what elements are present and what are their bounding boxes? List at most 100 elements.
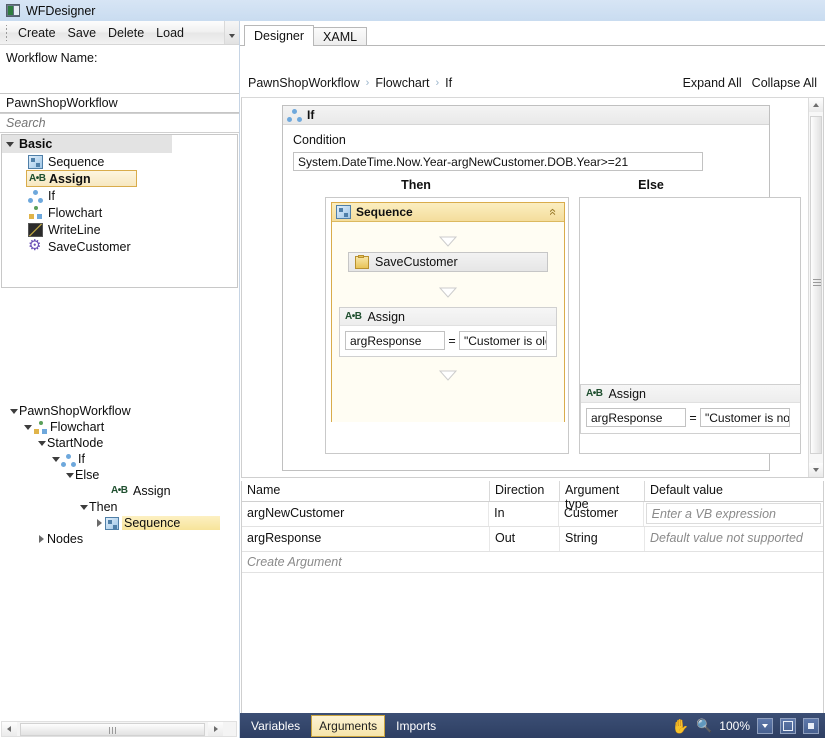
chevron-down-icon[interactable] bbox=[78, 504, 89, 510]
tree-item-nodes[interactable]: Nodes bbox=[8, 531, 236, 547]
if-activity-header: If bbox=[283, 106, 769, 125]
assign-value-input[interactable]: "Customer is old e bbox=[459, 331, 547, 350]
sequence-activity[interactable]: Sequence « SaveCustomer A•B Assign argRe… bbox=[331, 202, 565, 422]
tab-variables[interactable]: Variables bbox=[244, 716, 307, 736]
scroll-right-icon[interactable] bbox=[208, 722, 223, 736]
breadcrumb-item-if[interactable]: If bbox=[445, 76, 452, 90]
tree-item-flowchart[interactable]: Flowchart bbox=[8, 419, 236, 435]
save-button[interactable]: Save bbox=[62, 24, 103, 42]
then-drop-zone[interactable]: Sequence « SaveCustomer A•B Assign argRe… bbox=[325, 197, 569, 454]
toolbox-item-savecustomer[interactable]: SaveCustomer bbox=[2, 238, 237, 255]
argument-direction[interactable]: Out bbox=[490, 527, 560, 551]
assign-activity-else[interactable]: A•B Assign argResponse = "Customer is no… bbox=[580, 384, 801, 434]
load-button[interactable]: Load bbox=[150, 24, 190, 42]
assign-to-input[interactable]: argResponse bbox=[345, 331, 445, 350]
tab-imports[interactable]: Imports bbox=[389, 716, 443, 736]
workflow-name-input[interactable] bbox=[0, 93, 239, 113]
sequence-activity-header[interactable]: Sequence « bbox=[332, 203, 564, 222]
if-activity[interactable]: If Condition Then Else Sequence « bbox=[282, 105, 801, 471]
restore-size-icon[interactable] bbox=[803, 717, 819, 734]
zoom-controls: ✋ 🔍 100% bbox=[672, 717, 825, 734]
scroll-up-icon[interactable] bbox=[809, 98, 823, 112]
sequence-activity-title: Sequence bbox=[356, 205, 413, 219]
column-header-direction[interactable]: Direction bbox=[490, 481, 560, 501]
toolbox-item-label: Assign bbox=[49, 171, 91, 186]
chevron-right-icon[interactable] bbox=[36, 535, 47, 543]
tab-xaml[interactable]: XAML bbox=[313, 27, 368, 46]
column-header-name[interactable]: Name bbox=[242, 481, 490, 501]
toolstrip-overflow-icon[interactable] bbox=[224, 21, 239, 44]
tree-item-pawnshopworkflow[interactable]: PawnShopWorkflow bbox=[8, 403, 236, 419]
expand-all-button[interactable]: Expand All bbox=[683, 76, 742, 90]
collapse-all-button[interactable]: Collapse All bbox=[752, 76, 817, 90]
tab-underline bbox=[240, 45, 825, 46]
assign-expression-row: argResponse = "Customer is old e bbox=[340, 326, 556, 356]
column-header-argument-type[interactable]: Argument type bbox=[560, 481, 645, 511]
arrow-down-icon bbox=[439, 236, 457, 247]
table-row[interactable]: argResponse Out String Default value not… bbox=[242, 527, 823, 552]
chevron-down-icon[interactable] bbox=[757, 717, 773, 734]
argument-name[interactable]: argResponse bbox=[242, 527, 490, 551]
delete-button[interactable]: Delete bbox=[102, 24, 150, 42]
magnifier-icon[interactable]: 🔍 bbox=[696, 718, 712, 733]
designer-canvas[interactable]: If Condition Then Else Sequence « bbox=[241, 97, 824, 478]
search-input[interactable] bbox=[0, 113, 239, 133]
assign-to-input[interactable]: argResponse bbox=[586, 408, 686, 427]
toolbox-category-basic[interactable]: Basic bbox=[2, 135, 172, 153]
toolbox-item-sequence[interactable]: Sequence bbox=[2, 153, 237, 170]
scrollbar-thumb[interactable] bbox=[810, 116, 822, 454]
assign-operator: = bbox=[448, 333, 456, 348]
tree-item-if[interactable]: If bbox=[8, 451, 236, 467]
breadcrumb-item-root[interactable]: PawnShopWorkflow bbox=[248, 76, 360, 90]
table-row[interactable]: argNewCustomer In Customer Enter a VB ex… bbox=[242, 502, 823, 527]
toolbox-category-label: Basic bbox=[19, 137, 53, 151]
condition-input[interactable] bbox=[293, 152, 703, 171]
toolbox-item-label: Sequence bbox=[48, 154, 105, 169]
argument-type[interactable]: String bbox=[560, 527, 645, 551]
chevron-down-icon[interactable] bbox=[8, 408, 19, 414]
collapse-icon[interactable]: « bbox=[546, 206, 561, 218]
window-title: WFDesigner bbox=[26, 3, 96, 18]
assign-value-input[interactable]: "Customer is not 2 bbox=[700, 408, 790, 427]
sequence-activity-body[interactable]: SaveCustomer A•B Assign argResponse = "C… bbox=[332, 222, 564, 422]
assign-icon: A•B bbox=[345, 311, 362, 322]
toolstrip-grip[interactable] bbox=[3, 24, 10, 41]
tree-item-assign[interactable]: A•B Assign bbox=[8, 483, 236, 499]
scroll-left-icon[interactable] bbox=[2, 722, 17, 736]
chevron-down-icon[interactable] bbox=[50, 456, 61, 462]
savecustomer-activity[interactable]: SaveCustomer bbox=[348, 252, 548, 272]
tab-designer[interactable]: Designer bbox=[244, 25, 315, 46]
toolbox-item-assign[interactable]: A•B Assign bbox=[26, 170, 137, 187]
tree-item-sequence[interactable]: Sequence bbox=[8, 515, 236, 531]
argument-default-value[interactable]: Enter a VB expression bbox=[645, 503, 821, 524]
breadcrumb-item-flowchart[interactable]: Flowchart bbox=[375, 76, 429, 90]
chevron-right-icon[interactable] bbox=[94, 519, 105, 527]
create-argument-row[interactable]: Create Argument bbox=[242, 552, 823, 573]
toolbox: Basic Sequence A•B Assign If Flowchart W… bbox=[1, 134, 238, 288]
create-button[interactable]: Create bbox=[12, 24, 62, 42]
chevron-down-icon[interactable] bbox=[64, 472, 75, 478]
chevron-down-icon[interactable] bbox=[22, 424, 33, 430]
canvas-vertical-scrollbar[interactable] bbox=[808, 98, 823, 477]
scroll-down-icon[interactable] bbox=[809, 463, 823, 477]
tree-item-startnode[interactable]: StartNode bbox=[8, 435, 236, 451]
toolbox-item-flowchart[interactable]: Flowchart bbox=[2, 204, 237, 221]
scrollbar-thumb[interactable] bbox=[20, 722, 205, 736]
chevron-down-icon[interactable] bbox=[36, 440, 47, 446]
hand-pan-icon[interactable]: ✋ bbox=[672, 719, 689, 733]
argument-name[interactable]: argNewCustomer bbox=[242, 502, 490, 526]
toolbox-item-writeline[interactable]: WriteLine bbox=[2, 221, 237, 238]
assign-activity-then[interactable]: A•B Assign argResponse = "Customer is ol… bbox=[339, 307, 557, 357]
column-header-default-value[interactable]: Default value bbox=[645, 481, 821, 501]
assign-activity-title: Assign bbox=[608, 386, 646, 401]
tab-arguments[interactable]: Arguments bbox=[311, 714, 386, 737]
assign-operator: = bbox=[689, 410, 697, 425]
tree-item-then[interactable]: Then bbox=[8, 499, 236, 515]
assign-icon: A•B bbox=[29, 172, 46, 184]
tree-item-else[interactable]: Else bbox=[8, 467, 236, 483]
toolbox-item-if[interactable]: If bbox=[2, 187, 237, 204]
fit-to-screen-icon[interactable] bbox=[780, 717, 796, 734]
argument-type[interactable]: Customer bbox=[559, 502, 644, 526]
argument-direction[interactable]: In bbox=[489, 502, 559, 526]
left-horizontal-scrollbar[interactable] bbox=[1, 721, 237, 737]
